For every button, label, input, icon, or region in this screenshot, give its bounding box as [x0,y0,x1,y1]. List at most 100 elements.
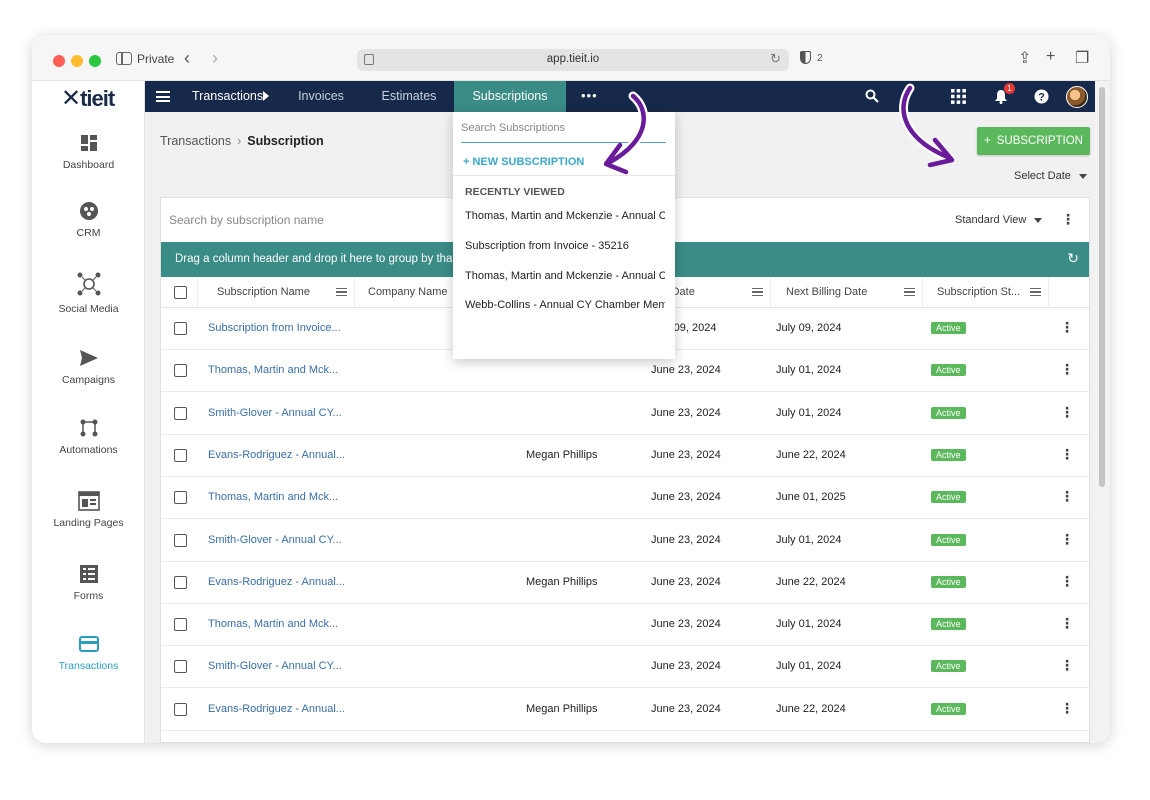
subscription-name-link[interactable]: Evans-Rodriguez - Annual... [208,576,353,588]
column-header-next-billing-date[interactable]: Next Billing Date [771,277,923,308]
new-subscription-link[interactable]: + NEW SUBSCRIPTION [463,156,584,168]
column-header-subscription-name[interactable]: Subscription Name [198,277,355,308]
page-scrollbar[interactable] [1095,81,1110,743]
row-actions-kebab-icon[interactable]: ⋮ [1060,615,1074,632]
subscription-name-link[interactable]: Thomas, Martin and Mck... [208,491,353,503]
row-actions-kebab-icon[interactable]: ⋮ [1060,657,1074,674]
table-row[interactable]: Thomas, Martin and Mck... June 23, 2024 Ju… [161,477,1089,520]
recent-item[interactable]: Webb-Collins - Annual CY Chamber Members… [465,299,665,311]
sidebar-item-social-media[interactable]: Social Media [32,271,145,315]
row-actions-kebab-icon[interactable]: ⋮ [1060,488,1074,505]
sidebar-item-landing-pages[interactable]: Landing Pages [32,491,145,529]
table-row[interactable]: Smith-Glover - Annual CY... June 23, 2024… [161,646,1089,689]
grid-search-input[interactable]: Search by subscription name [169,213,324,227]
subscription-name-link[interactable]: Evans-Rodriguez - Annual... [208,449,353,461]
subscription-name-link[interactable]: Thomas, Martin and Mck... [208,618,353,630]
sidebar-item-forms[interactable]: Forms [32,564,145,602]
row-checkbox[interactable] [174,406,187,420]
add-subscription-button[interactable]: + SUBSCRIPTION [977,127,1090,155]
help-icon[interactable]: ? [1034,89,1049,104]
row-actions-kebab-icon[interactable]: ⋮ [1060,573,1074,590]
back-arrow-icon[interactable]: ‹ [184,48,190,69]
row-actions-kebab-icon[interactable]: ⋮ [1060,319,1074,336]
search-icon[interactable] [865,89,879,103]
table-row[interactable]: Thomas, Martin and Mck... June 23, 2024 Ju… [161,604,1089,647]
caret-right-icon[interactable] [263,91,269,101]
row-checkbox[interactable] [174,618,187,632]
refresh-icon[interactable]: ↻ [1067,250,1079,267]
breadcrumb-parent[interactable]: Transactions [160,134,231,148]
row-actions-kebab-icon[interactable]: ⋮ [1060,700,1074,717]
row-checkbox[interactable] [174,322,187,335]
tab-overview-icon[interactable]: ❐ [1075,48,1089,68]
zoom-window-button[interactable] [89,55,101,67]
recent-item[interactable]: Thomas, Martin and Mckenzie - Annual CY [465,210,665,222]
tab-invoices[interactable]: Invoices [285,81,357,112]
row-checkbox[interactable] [174,660,187,674]
avatar[interactable] [1066,86,1088,108]
view-selector[interactable]: Standard View [955,214,1043,226]
table-row[interactable]: Evans-Rodriguez - Annual... Megan Phillip… [161,435,1089,477]
created-date-cell: June 23, 2024 [651,533,721,546]
row-actions-kebab-icon[interactable]: ⋮ [1060,531,1074,548]
row-checkbox[interactable] [174,533,187,547]
module-switcher[interactable]: Transactions [192,89,263,103]
reload-icon[interactable]: ↻ [770,51,781,67]
subscription-name-link[interactable]: Thomas, Martin and Mck... [208,364,353,376]
column-menu-icon[interactable] [336,288,347,296]
credit-card-icon [78,636,99,652]
subscription-name-link[interactable]: Smith-Glover - Annual CY... [208,660,353,672]
table-row[interactable]: Evans-Rodriguez - Annual... Megan Phillip… [161,562,1089,604]
minimize-window-button[interactable] [71,55,83,67]
recent-item[interactable]: Thomas, Martin and Mckenzie - Annual CY [465,270,665,282]
group-by-hint: Drag a column header and drop it here to… [175,253,496,265]
more-tabs-icon[interactable]: ••• [581,88,598,103]
close-window-button[interactable] [53,55,65,67]
scrollbar-thumb[interactable] [1099,87,1105,487]
row-checkbox[interactable] [174,491,187,505]
select-all-checkbox[interactable] [174,286,187,299]
row-actions-kebab-icon[interactable]: ⋮ [1060,404,1074,421]
tab-subscriptions[interactable]: Subscriptions [454,81,566,112]
row-checkbox[interactable] [174,448,187,462]
menu-icon[interactable] [156,91,170,102]
recent-item[interactable]: Subscription from Invoice - 35216 [465,240,665,252]
sidebar-item-automations[interactable]: Automations [32,418,145,456]
dropdown-search-input[interactable]: Search Subscriptions [461,122,666,143]
grid-options-kebab-icon[interactable]: ⋮ [1061,211,1075,228]
subscription-name-link[interactable]: Evans-Rodriguez - Annual... [208,703,353,715]
row-actions-kebab-icon[interactable]: ⋮ [1060,361,1074,378]
row-actions-kebab-icon[interactable]: ⋮ [1060,446,1074,463]
subscription-name-link[interactable]: Smith-Glover - Annual CY... [208,407,353,419]
column-header-subscription-status[interactable]: Subscription St... [923,277,1049,308]
next-billing-date-cell: July 01, 2024 [776,533,842,546]
forward-arrow-icon[interactable]: › [212,48,218,69]
sidebar-item-dashboard[interactable]: Dashboard [32,133,145,171]
subscription-name-link[interactable]: Smith-Glover - Annual CY... [208,534,353,546]
column-menu-icon[interactable] [752,288,763,296]
shield-icon[interactable] [800,51,811,64]
tieit-logo[interactable]: ✕tieit [61,84,115,113]
table-row[interactable]: Evans-Rodriguez - Annual... Megan Phillip… [161,689,1089,731]
address-bar[interactable]: app.tieit.io ↻ [357,49,789,71]
subscription-name-link[interactable]: Subscription from Invoice... [208,322,353,334]
new-tab-icon[interactable]: + [1046,48,1055,66]
table-row[interactable]: Smith-Glover - Annual CY... June 23, 2024… [161,393,1089,435]
top-navbar: Transactions Invoices Estimates Subscrip… [145,81,1095,112]
share-icon[interactable]: ⇪ [1018,48,1031,68]
sidebar-item-crm[interactable]: CRM [32,201,145,239]
dashboard-icon [80,135,97,151]
apps-grid-icon[interactable] [951,89,966,104]
sidebar-item-campaigns[interactable]: Campaigns [32,348,145,386]
select-date-dropdown[interactable]: Select Date [1014,170,1087,182]
column-menu-icon[interactable] [904,288,915,296]
row-checkbox[interactable] [174,364,187,378]
sidebar-toggle-icon[interactable] [116,52,132,65]
created-date-cell: June 23, 2024 [651,618,721,631]
sidebar-item-transactions[interactable]: Transactions [32,634,145,672]
row-checkbox[interactable] [174,575,187,589]
column-menu-icon[interactable] [1030,288,1041,296]
row-checkbox[interactable] [174,702,187,716]
tab-estimates[interactable]: Estimates [368,81,450,112]
table-row[interactable]: Smith-Glover - Annual CY... June 23, 2024… [161,520,1089,562]
